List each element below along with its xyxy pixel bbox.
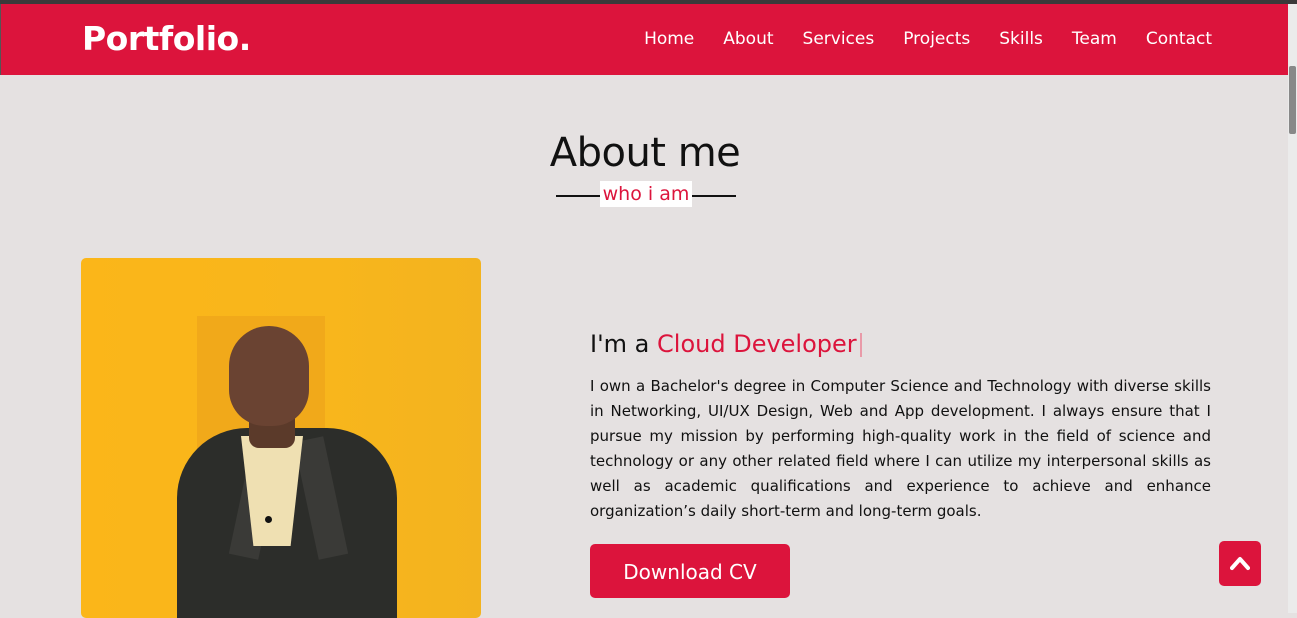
intro-heading: I'm a Cloud Developer <box>590 326 862 362</box>
logo[interactable]: Portfolio. <box>82 18 251 60</box>
section-title: About me <box>549 130 741 176</box>
profile-photo <box>81 258 481 618</box>
typing-caret <box>859 333 862 357</box>
nav-services[interactable]: Services <box>803 28 875 50</box>
nav-about[interactable]: About <box>723 28 773 50</box>
download-cv-button[interactable]: Download CV <box>590 544 790 598</box>
nav-home[interactable]: Home <box>644 28 694 50</box>
section-subtitle: who i am <box>600 181 692 207</box>
intro-role: Cloud Developer <box>657 330 857 358</box>
main-nav: Home About Services Projects Skills Team… <box>615 28 1212 50</box>
nav-skills[interactable]: Skills <box>999 28 1043 50</box>
bio-text: I own a Bachelor's degree in Computer Sc… <box>590 377 1211 520</box>
page-scrollbar[interactable] <box>1288 4 1297 613</box>
scrollbar-thumb[interactable] <box>1289 66 1296 134</box>
photo-head <box>229 326 309 426</box>
nav-team[interactable]: Team <box>1072 28 1117 50</box>
photo-jacket-button <box>265 516 272 523</box>
intro-prefix: I'm a <box>590 330 658 358</box>
scroll-to-top-button[interactable] <box>1219 541 1261 586</box>
nav-contact[interactable]: Contact <box>1146 28 1212 50</box>
nav-projects[interactable]: Projects <box>903 28 970 50</box>
chevron-up-icon <box>1230 557 1250 570</box>
navbar: Portfolio. Home About Services Projects … <box>0 4 1289 75</box>
